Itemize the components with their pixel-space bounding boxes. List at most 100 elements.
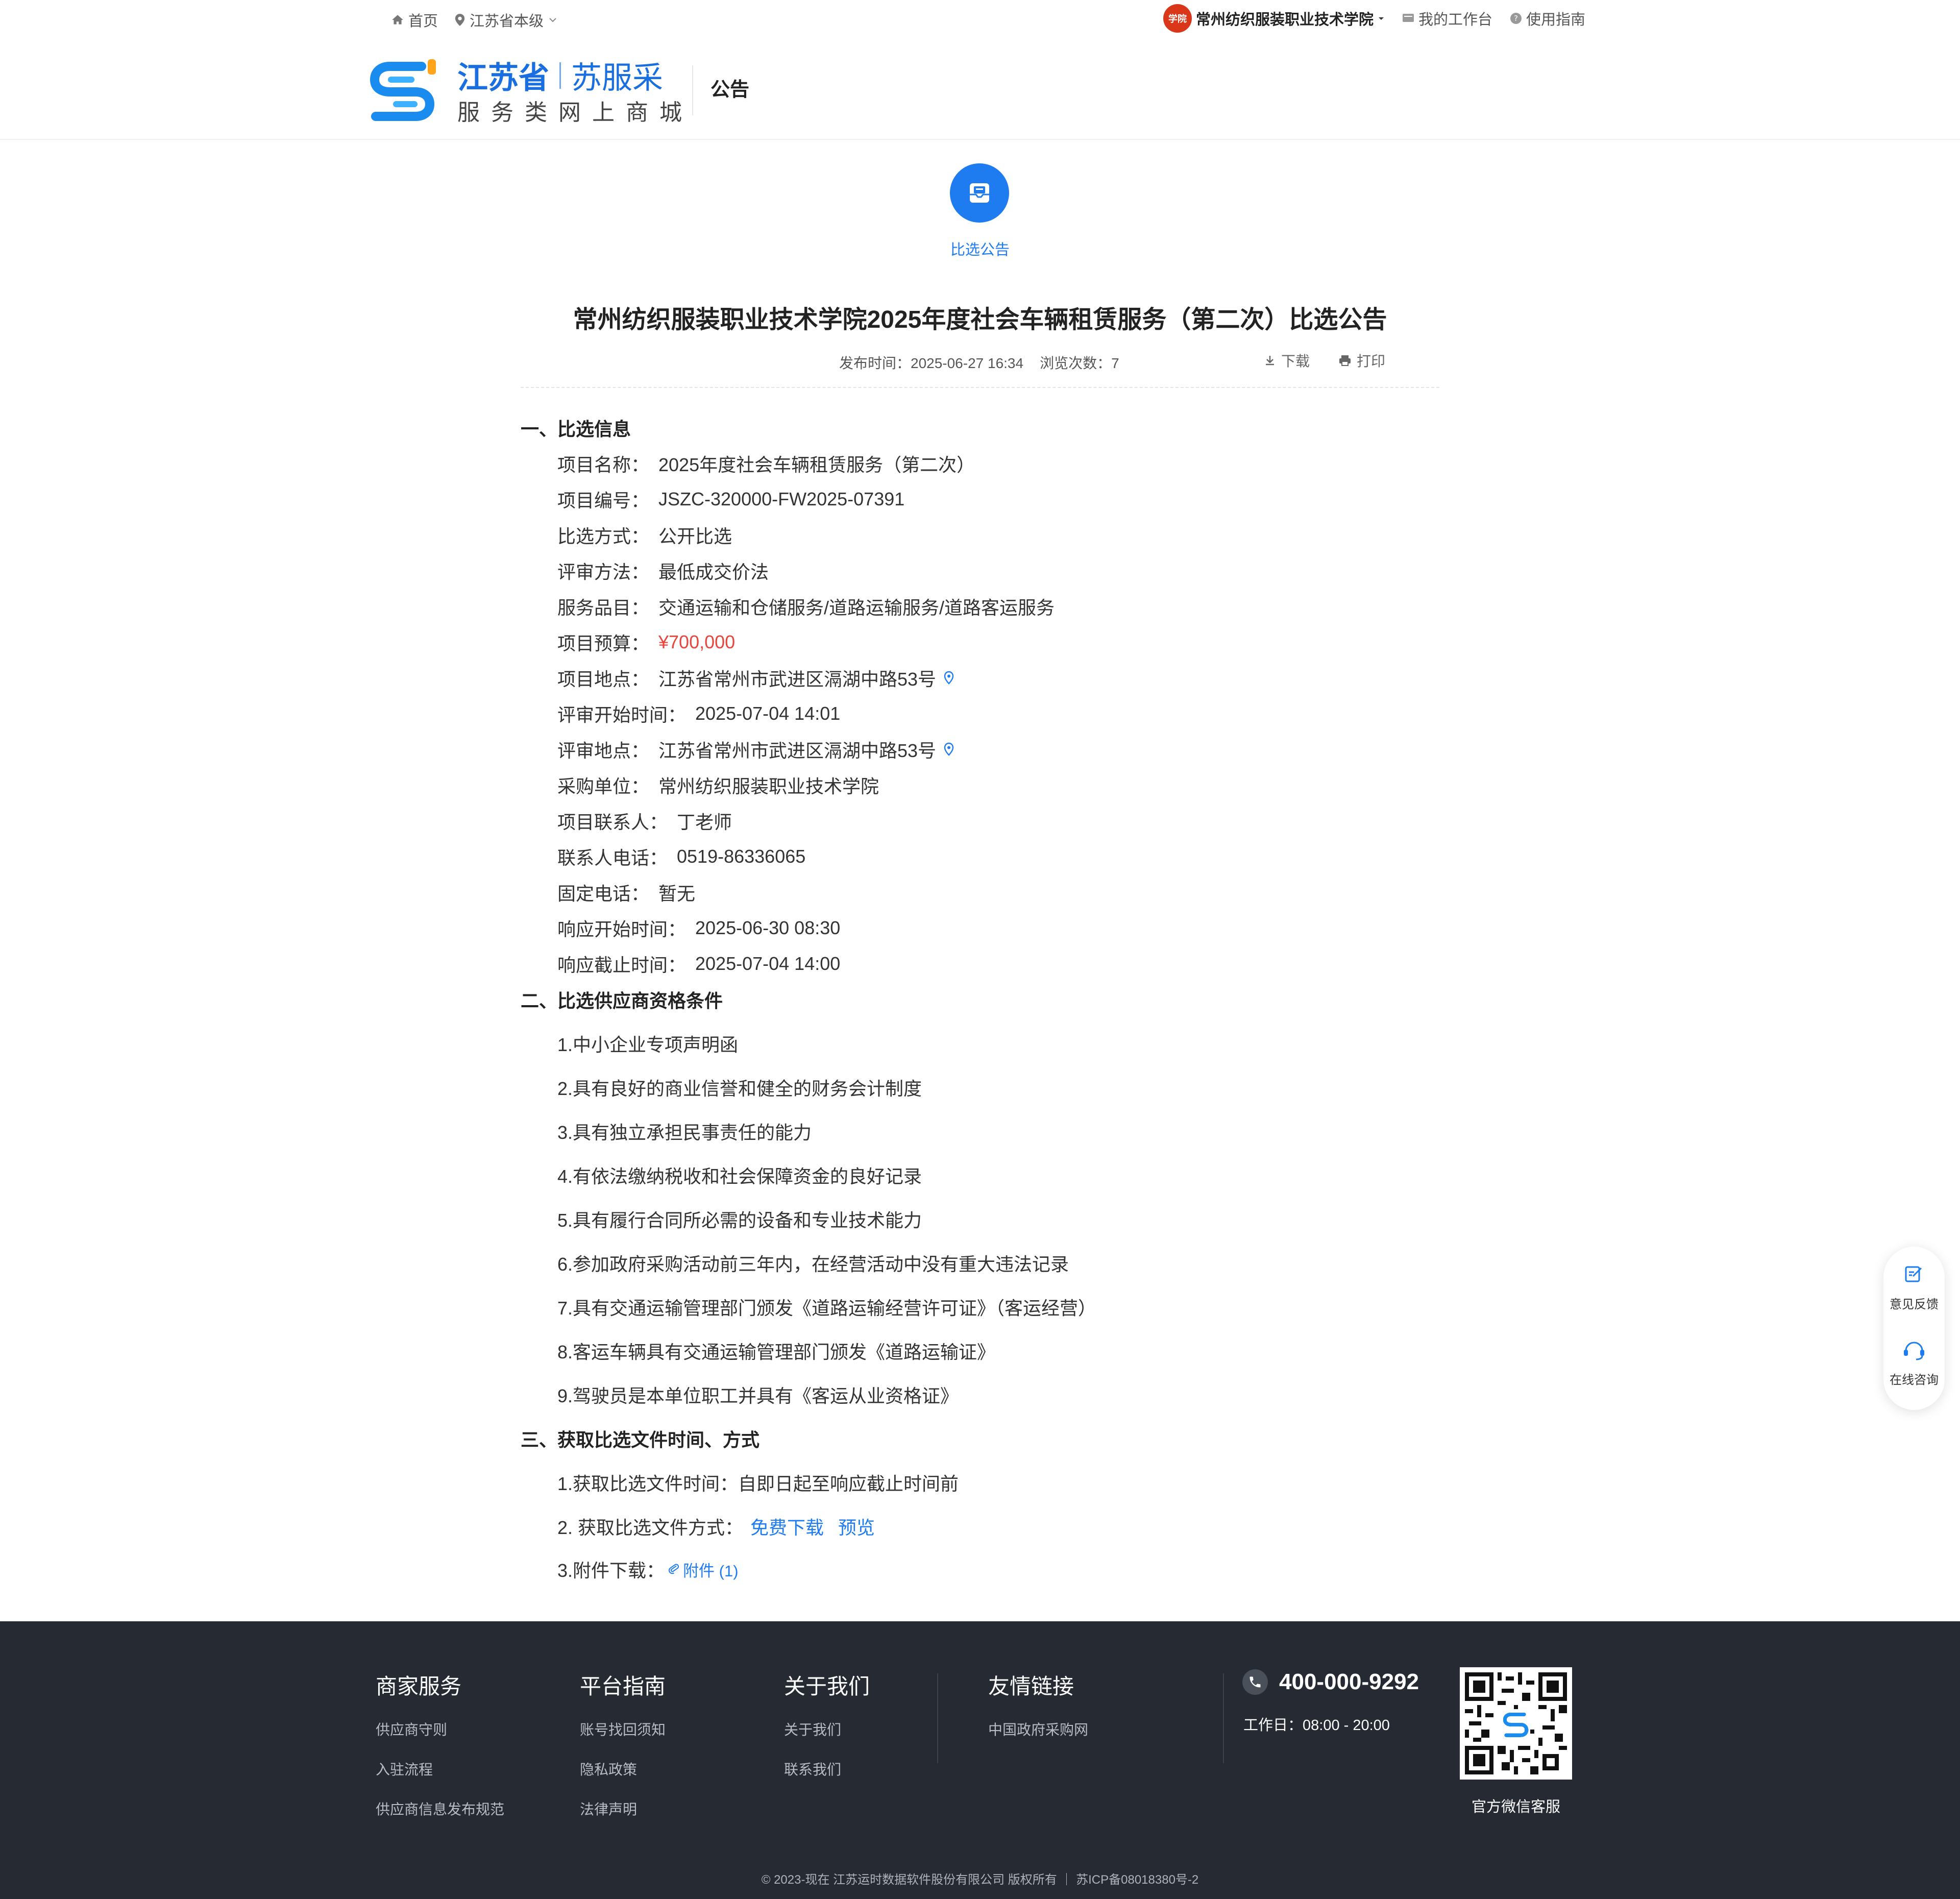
footer-link[interactable]: 入驻流程 <box>376 1759 504 1779</box>
info-key: 比选方式： <box>557 526 650 547</box>
paperclip-icon <box>669 1564 679 1574</box>
info-key: 项目预算： <box>557 633 650 654</box>
notice-type-label: 比选公告 <box>950 242 1010 258</box>
footer-link[interactable]: 隐私政策 <box>580 1759 666 1779</box>
footer-col-title: 商家服务 <box>376 1674 462 1698</box>
info-row-category: 服务品目： 交通运输和仓储服务/道路运输服务/道路客运服务 <box>557 593 1055 620</box>
info-row-project-code: 项目编号： JSZC-320000-FW2025-07391 <box>557 486 904 513</box>
mail-icon <box>970 183 989 203</box>
footer-col-title: 友情链接 <box>988 1674 1074 1698</box>
qualification-item: 7.具有交通运输管理部门颁发《道路运输经营许可证》（客运经营） <box>557 1298 1097 1319</box>
footer-link[interactable]: 联系我们 <box>784 1759 870 1779</box>
map-pin-icon[interactable] <box>943 671 954 685</box>
info-row-response-end: 响应截止时间： 2025-07-04 14:00 <box>557 951 840 977</box>
headset-icon <box>1904 1342 1924 1360</box>
budget-value: ¥700,000 <box>658 631 736 652</box>
footer-col-links: 友情链接 中国政府采购网 <box>988 1669 1088 1759</box>
info-value: 0519-86336065 <box>677 846 806 867</box>
location-pin-icon <box>455 14 465 26</box>
site-logo[interactable] <box>365 55 441 124</box>
service-phone: 400-000-9292 <box>1242 1669 1419 1695</box>
home-label: 首页 <box>408 13 438 30</box>
feedback-label: 意见反馈 <box>1890 1298 1939 1311</box>
info-key: 采购单位： <box>557 776 650 797</box>
print-button[interactable]: 打印 <box>1338 350 1385 371</box>
notice-type-badge <box>950 163 1009 223</box>
footer-col-title: 平台指南 <box>580 1674 666 1698</box>
preview-link[interactable]: 预览 <box>838 1513 875 1540</box>
qr-pattern <box>1465 1672 1567 1774</box>
info-row-method: 比选方式： 公开比选 <box>557 522 732 548</box>
view-count: 浏览次数：7 <box>1040 355 1119 371</box>
info-row-contact-phone: 联系人电话： 0519-86336065 <box>557 843 805 870</box>
info-key: 项目联系人： <box>557 812 668 833</box>
info-value: 公开比选 <box>658 526 732 547</box>
consult-label: 在线咨询 <box>1890 1373 1939 1387</box>
footer-link[interactable]: 账号找回须知 <box>580 1719 666 1739</box>
chevron-down-icon <box>549 18 556 22</box>
footer-link[interactable]: 法律声明 <box>580 1798 666 1819</box>
info-value: 2025-06-30 08:30 <box>695 917 841 938</box>
info-row-contact: 项目联系人： 丁老师 <box>557 808 732 834</box>
footer-col-title: 关于我们 <box>784 1674 870 1698</box>
obtain-time: 1.获取比选文件时间：自即日起至响应截止时间前 <box>557 1473 959 1494</box>
footer-link[interactable]: 供应商守则 <box>376 1719 504 1739</box>
phone-number: 400-000-9292 <box>1279 1669 1419 1694</box>
info-value: 常州纺织服装职业技术学院 <box>658 776 879 797</box>
guide-label: 使用指南 <box>1526 12 1585 28</box>
top-bar-right: 学院 常州纺织服装职业技术学院 我的工作台 ? 使用指南 <box>1163 4 1585 33</box>
region-label: 江苏省本级 <box>470 13 544 30</box>
qualification-item: 5.具有履行合同所必需的设备和专业技术能力 <box>557 1210 922 1231</box>
info-value: 最低成交价法 <box>658 562 769 582</box>
guide-link[interactable]: ? 使用指南 <box>1510 8 1585 29</box>
qualification-item: 3.具有独立承担民事责任的能力 <box>557 1122 812 1143</box>
region-selector[interactable]: 江苏省本级 <box>454 9 558 31</box>
workbench-label: 我的工作台 <box>1418 12 1492 28</box>
footer-col-guide: 平台指南 账号找回须知 隐私政策 法律声明 <box>580 1669 666 1838</box>
copyright: © 2023-现在 江苏运时数据软件股份有限公司 版权所有 ｜ 苏ICP备080… <box>761 1873 1199 1887</box>
obtain-method-label: 2. 获取比选文件方式： <box>557 1517 744 1538</box>
site-footer: 商家服务 供应商守则 入驻流程 供应商信息发布规范 平台指南 账号找回须知 隐私… <box>0 1621 1960 1899</box>
qr-label: 官方微信客服 <box>1471 1799 1560 1815</box>
info-value: 江苏省常州市武进区滆湖中路53号 <box>658 669 937 690</box>
attachment-link[interactable]: 附件 (1) <box>683 1558 739 1581</box>
info-key: 评审开始时间： <box>557 704 687 725</box>
footer-link[interactable]: 关于我们 <box>784 1719 870 1739</box>
account-menu[interactable]: 学院 常州纺织服装职业技术学院 <box>1163 4 1385 33</box>
footer-link[interactable]: 中国政府采购网 <box>988 1719 1088 1739</box>
title-divider <box>521 387 1439 388</box>
free-download-link[interactable]: 免费下载 <box>750 1513 824 1540</box>
footer-divider <box>937 1673 938 1763</box>
qualification-item: 6.参加政府采购活动前三年内，在经营活动中没有重大违法记录 <box>557 1254 1069 1275</box>
footer-col-merchant: 商家服务 供应商守则 入驻流程 供应商信息发布规范 <box>376 1669 504 1838</box>
info-key: 固定电话： <box>557 883 650 904</box>
qualification-item: 8.客运车辆具有交通运输管理部门颁发《道路运输证》 <box>557 1342 996 1362</box>
org-name: 常州纺织服装职业技术学院 <box>1195 12 1374 28</box>
page-title: 常州纺织服装职业技术学院2025年度社会车辆租赁服务（第二次）比选公告 <box>573 306 1387 333</box>
info-key: 项目编号： <box>557 490 650 511</box>
section-heading-qualifications: 二、比选供应商资格条件 <box>521 990 723 1011</box>
section-heading-info: 一、比选信息 <box>521 419 631 440</box>
info-value: 2025-07-04 14:01 <box>695 703 841 724</box>
info-row-review-method: 评审方法： 最低成交价法 <box>557 557 769 584</box>
home-link[interactable]: 首页 <box>391 9 438 31</box>
download-icon <box>1266 356 1274 366</box>
info-row-purchaser: 采购单位： 常州纺织服装职业技术学院 <box>557 772 879 798</box>
attachment-row: 3.附件下载： 附件 (1) <box>557 1556 739 1582</box>
consult-button[interactable]: 在线咨询 <box>1883 1337 1945 1387</box>
map-pin-icon[interactable] <box>943 742 954 757</box>
phone-icon <box>1242 1669 1268 1695</box>
feedback-button[interactable]: 意见反馈 <box>1883 1262 1945 1312</box>
printer-icon <box>1339 355 1351 366</box>
download-button[interactable]: 下载 <box>1264 350 1310 371</box>
footer-divider <box>1223 1673 1224 1763</box>
workbench-link[interactable]: 我的工作台 <box>1402 8 1492 29</box>
svg-text:?: ? <box>1514 14 1518 23</box>
info-value: 交通运输和仓储服务/道路运输服务/道路客运服务 <box>658 597 1055 618</box>
info-value: 2025年度社会车辆租赁服务（第二次） <box>658 454 975 475</box>
footer-link[interactable]: 供应商信息发布规范 <box>376 1798 504 1819</box>
info-key: 服务品目： <box>557 597 650 618</box>
top-bar: 首页 江苏省本级 学院 常州纺织服装职业技术学院 我的工作台 ? 使用指南 <box>0 0 1960 38</box>
obtain-method: 2. 获取比选文件方式： 免费下载 预览 <box>557 1513 875 1540</box>
info-row-response-start: 响应开始时间： 2025-06-30 08:30 <box>557 915 840 941</box>
